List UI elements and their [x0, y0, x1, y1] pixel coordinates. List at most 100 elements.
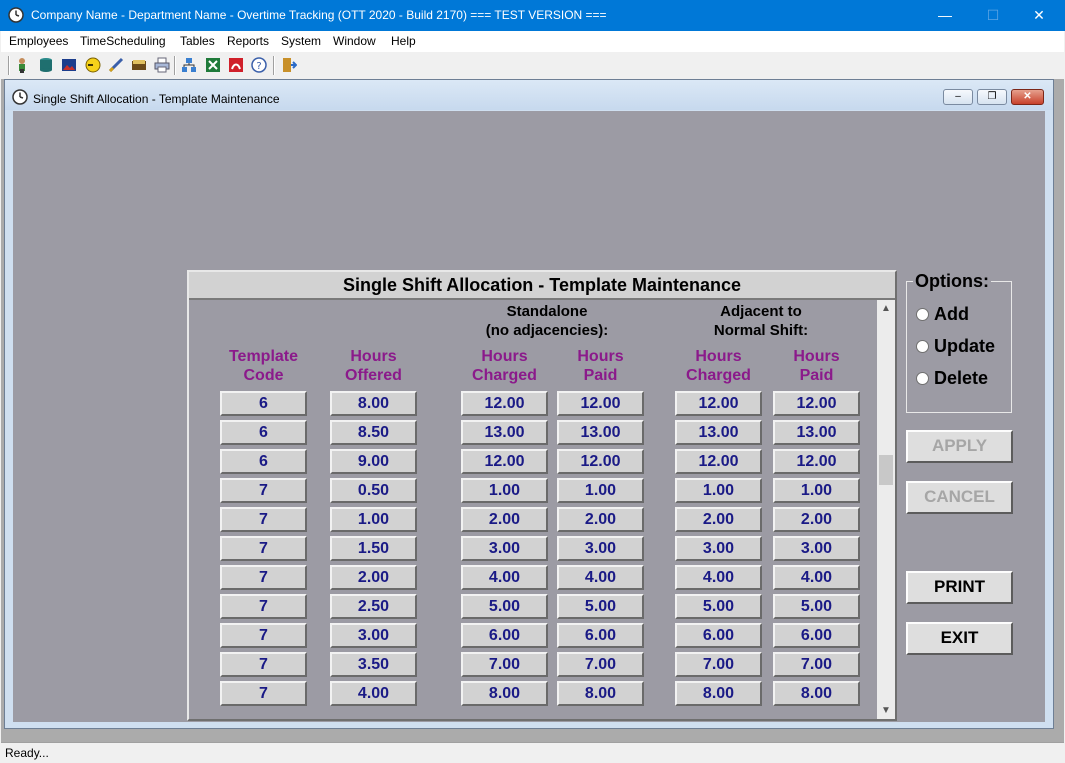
- cell-template-code[interactable]: 7: [220, 623, 307, 648]
- cell-hours-offered[interactable]: 3.50: [330, 652, 417, 677]
- cell-standalone-hours-charged[interactable]: 12.00: [461, 449, 548, 474]
- cell-adjacent-hours-paid[interactable]: 5.00: [773, 594, 860, 619]
- cell-template-code[interactable]: 7: [220, 681, 307, 706]
- cell-standalone-hours-paid[interactable]: 7.00: [557, 652, 644, 677]
- database-icon[interactable]: [38, 57, 54, 73]
- cell-hours-offered[interactable]: 3.00: [330, 623, 417, 648]
- cancel-button[interactable]: CANCEL: [906, 481, 1013, 514]
- cell-standalone-hours-charged[interactable]: 8.00: [461, 681, 548, 706]
- radio-add[interactable]: [916, 308, 929, 321]
- cell-standalone-hours-paid[interactable]: 3.00: [557, 536, 644, 561]
- radio-delete[interactable]: [916, 372, 929, 385]
- cell-adjacent-hours-paid[interactable]: 4.00: [773, 565, 860, 590]
- menu-reports[interactable]: Reports: [227, 34, 269, 48]
- cell-standalone-hours-charged[interactable]: 6.00: [461, 623, 548, 648]
- cell-standalone-hours-charged[interactable]: 3.00: [461, 536, 548, 561]
- menu-tables[interactable]: Tables: [180, 34, 215, 48]
- cell-template-code[interactable]: 6: [220, 449, 307, 474]
- cell-adjacent-hours-charged[interactable]: 8.00: [675, 681, 762, 706]
- cell-hours-offered[interactable]: 8.50: [330, 420, 417, 445]
- cell-standalone-hours-paid[interactable]: 2.00: [557, 507, 644, 532]
- apply-button[interactable]: APPLY: [906, 430, 1013, 463]
- cell-standalone-hours-paid[interactable]: 1.00: [557, 478, 644, 503]
- cell-standalone-hours-paid[interactable]: 8.00: [557, 681, 644, 706]
- cell-template-code[interactable]: 6: [220, 420, 307, 445]
- cell-hours-offered[interactable]: 4.00: [330, 681, 417, 706]
- cell-standalone-hours-charged[interactable]: 12.00: [461, 391, 548, 416]
- cell-hours-offered[interactable]: 1.00: [330, 507, 417, 532]
- cell-adjacent-hours-charged[interactable]: 4.00: [675, 565, 762, 590]
- print-button[interactable]: PRINT: [906, 571, 1013, 604]
- child-minimize-button[interactable]: –: [943, 89, 973, 105]
- cell-adjacent-hours-charged[interactable]: 7.00: [675, 652, 762, 677]
- cell-adjacent-hours-paid[interactable]: 3.00: [773, 536, 860, 561]
- menu-timescheduling[interactable]: TimeScheduling: [80, 34, 166, 48]
- employee-icon[interactable]: [14, 57, 30, 73]
- cell-adjacent-hours-paid[interactable]: 13.00: [773, 420, 860, 445]
- cell-hours-offered[interactable]: 2.00: [330, 565, 417, 590]
- cell-standalone-hours-charged[interactable]: 4.00: [461, 565, 548, 590]
- cell-template-code[interactable]: 7: [220, 507, 307, 532]
- cell-template-code[interactable]: 7: [220, 652, 307, 677]
- cell-adjacent-hours-charged[interactable]: 3.00: [675, 536, 762, 561]
- cell-adjacent-hours-paid[interactable]: 6.00: [773, 623, 860, 648]
- cell-adjacent-hours-paid[interactable]: 8.00: [773, 681, 860, 706]
- printer-icon[interactable]: [154, 57, 170, 73]
- exit-button[interactable]: EXIT: [906, 622, 1013, 655]
- cell-hours-offered[interactable]: 8.00: [330, 391, 417, 416]
- scroll-down-arrow[interactable]: ▼: [877, 702, 895, 719]
- cell-standalone-hours-charged[interactable]: 7.00: [461, 652, 548, 677]
- cell-template-code[interactable]: 7: [220, 478, 307, 503]
- close-button[interactable]: ✕: [1016, 0, 1062, 31]
- menu-system[interactable]: System: [281, 34, 321, 48]
- help-icon[interactable]: ?: [251, 57, 267, 73]
- cell-adjacent-hours-charged[interactable]: 6.00: [675, 623, 762, 648]
- cell-adjacent-hours-charged[interactable]: 1.00: [675, 478, 762, 503]
- cell-adjacent-hours-charged[interactable]: 12.00: [675, 449, 762, 474]
- cell-standalone-hours-charged[interactable]: 13.00: [461, 420, 548, 445]
- minimize-button[interactable]: —: [922, 0, 968, 31]
- pen-icon[interactable]: [108, 57, 124, 73]
- maximize-button[interactable]: ☐: [970, 0, 1016, 31]
- cell-standalone-hours-paid[interactable]: 5.00: [557, 594, 644, 619]
- cell-adjacent-hours-paid[interactable]: 12.00: [773, 391, 860, 416]
- cell-template-code[interactable]: 6: [220, 391, 307, 416]
- image-icon[interactable]: [61, 57, 77, 73]
- grid-scrollbar[interactable]: ▲ ▼: [877, 300, 895, 719]
- cell-standalone-hours-paid[interactable]: 6.00: [557, 623, 644, 648]
- menu-help[interactable]: Help: [391, 34, 416, 48]
- cell-standalone-hours-paid[interactable]: 4.00: [557, 565, 644, 590]
- cell-hours-offered[interactable]: 2.50: [330, 594, 417, 619]
- exit-door-icon[interactable]: [281, 57, 297, 73]
- cell-template-code[interactable]: 7: [220, 536, 307, 561]
- cell-adjacent-hours-charged[interactable]: 5.00: [675, 594, 762, 619]
- clock-icon[interactable]: [85, 57, 101, 73]
- cell-adjacent-hours-charged[interactable]: 2.00: [675, 507, 762, 532]
- cell-standalone-hours-charged[interactable]: 5.00: [461, 594, 548, 619]
- cell-adjacent-hours-paid[interactable]: 2.00: [773, 507, 860, 532]
- scroll-up-arrow[interactable]: ▲: [877, 300, 895, 317]
- cell-standalone-hours-charged[interactable]: 1.00: [461, 478, 548, 503]
- scroll-thumb[interactable]: [879, 455, 893, 485]
- cell-adjacent-hours-charged[interactable]: 12.00: [675, 391, 762, 416]
- cell-adjacent-hours-paid[interactable]: 1.00: [773, 478, 860, 503]
- cell-standalone-hours-charged[interactable]: 2.00: [461, 507, 548, 532]
- cell-standalone-hours-paid[interactable]: 12.00: [557, 391, 644, 416]
- cell-template-code[interactable]: 7: [220, 565, 307, 590]
- cell-adjacent-hours-paid[interactable]: 7.00: [773, 652, 860, 677]
- menu-employees[interactable]: Employees: [9, 34, 68, 48]
- cell-adjacent-hours-paid[interactable]: 12.00: [773, 449, 860, 474]
- cell-hours-offered[interactable]: 1.50: [330, 536, 417, 561]
- cell-hours-offered[interactable]: 9.00: [330, 449, 417, 474]
- menu-window[interactable]: Window: [333, 34, 376, 48]
- cell-standalone-hours-paid[interactable]: 12.00: [557, 449, 644, 474]
- cell-standalone-hours-paid[interactable]: 13.00: [557, 420, 644, 445]
- child-close-button[interactable]: ✕: [1011, 89, 1044, 105]
- acrobat-icon[interactable]: [228, 57, 244, 73]
- cell-adjacent-hours-charged[interactable]: 13.00: [675, 420, 762, 445]
- child-restore-button[interactable]: ❐: [977, 89, 1007, 105]
- radio-update[interactable]: [916, 340, 929, 353]
- network-icon[interactable]: [181, 57, 197, 73]
- cell-hours-offered[interactable]: 0.50: [330, 478, 417, 503]
- excel-icon[interactable]: [205, 57, 221, 73]
